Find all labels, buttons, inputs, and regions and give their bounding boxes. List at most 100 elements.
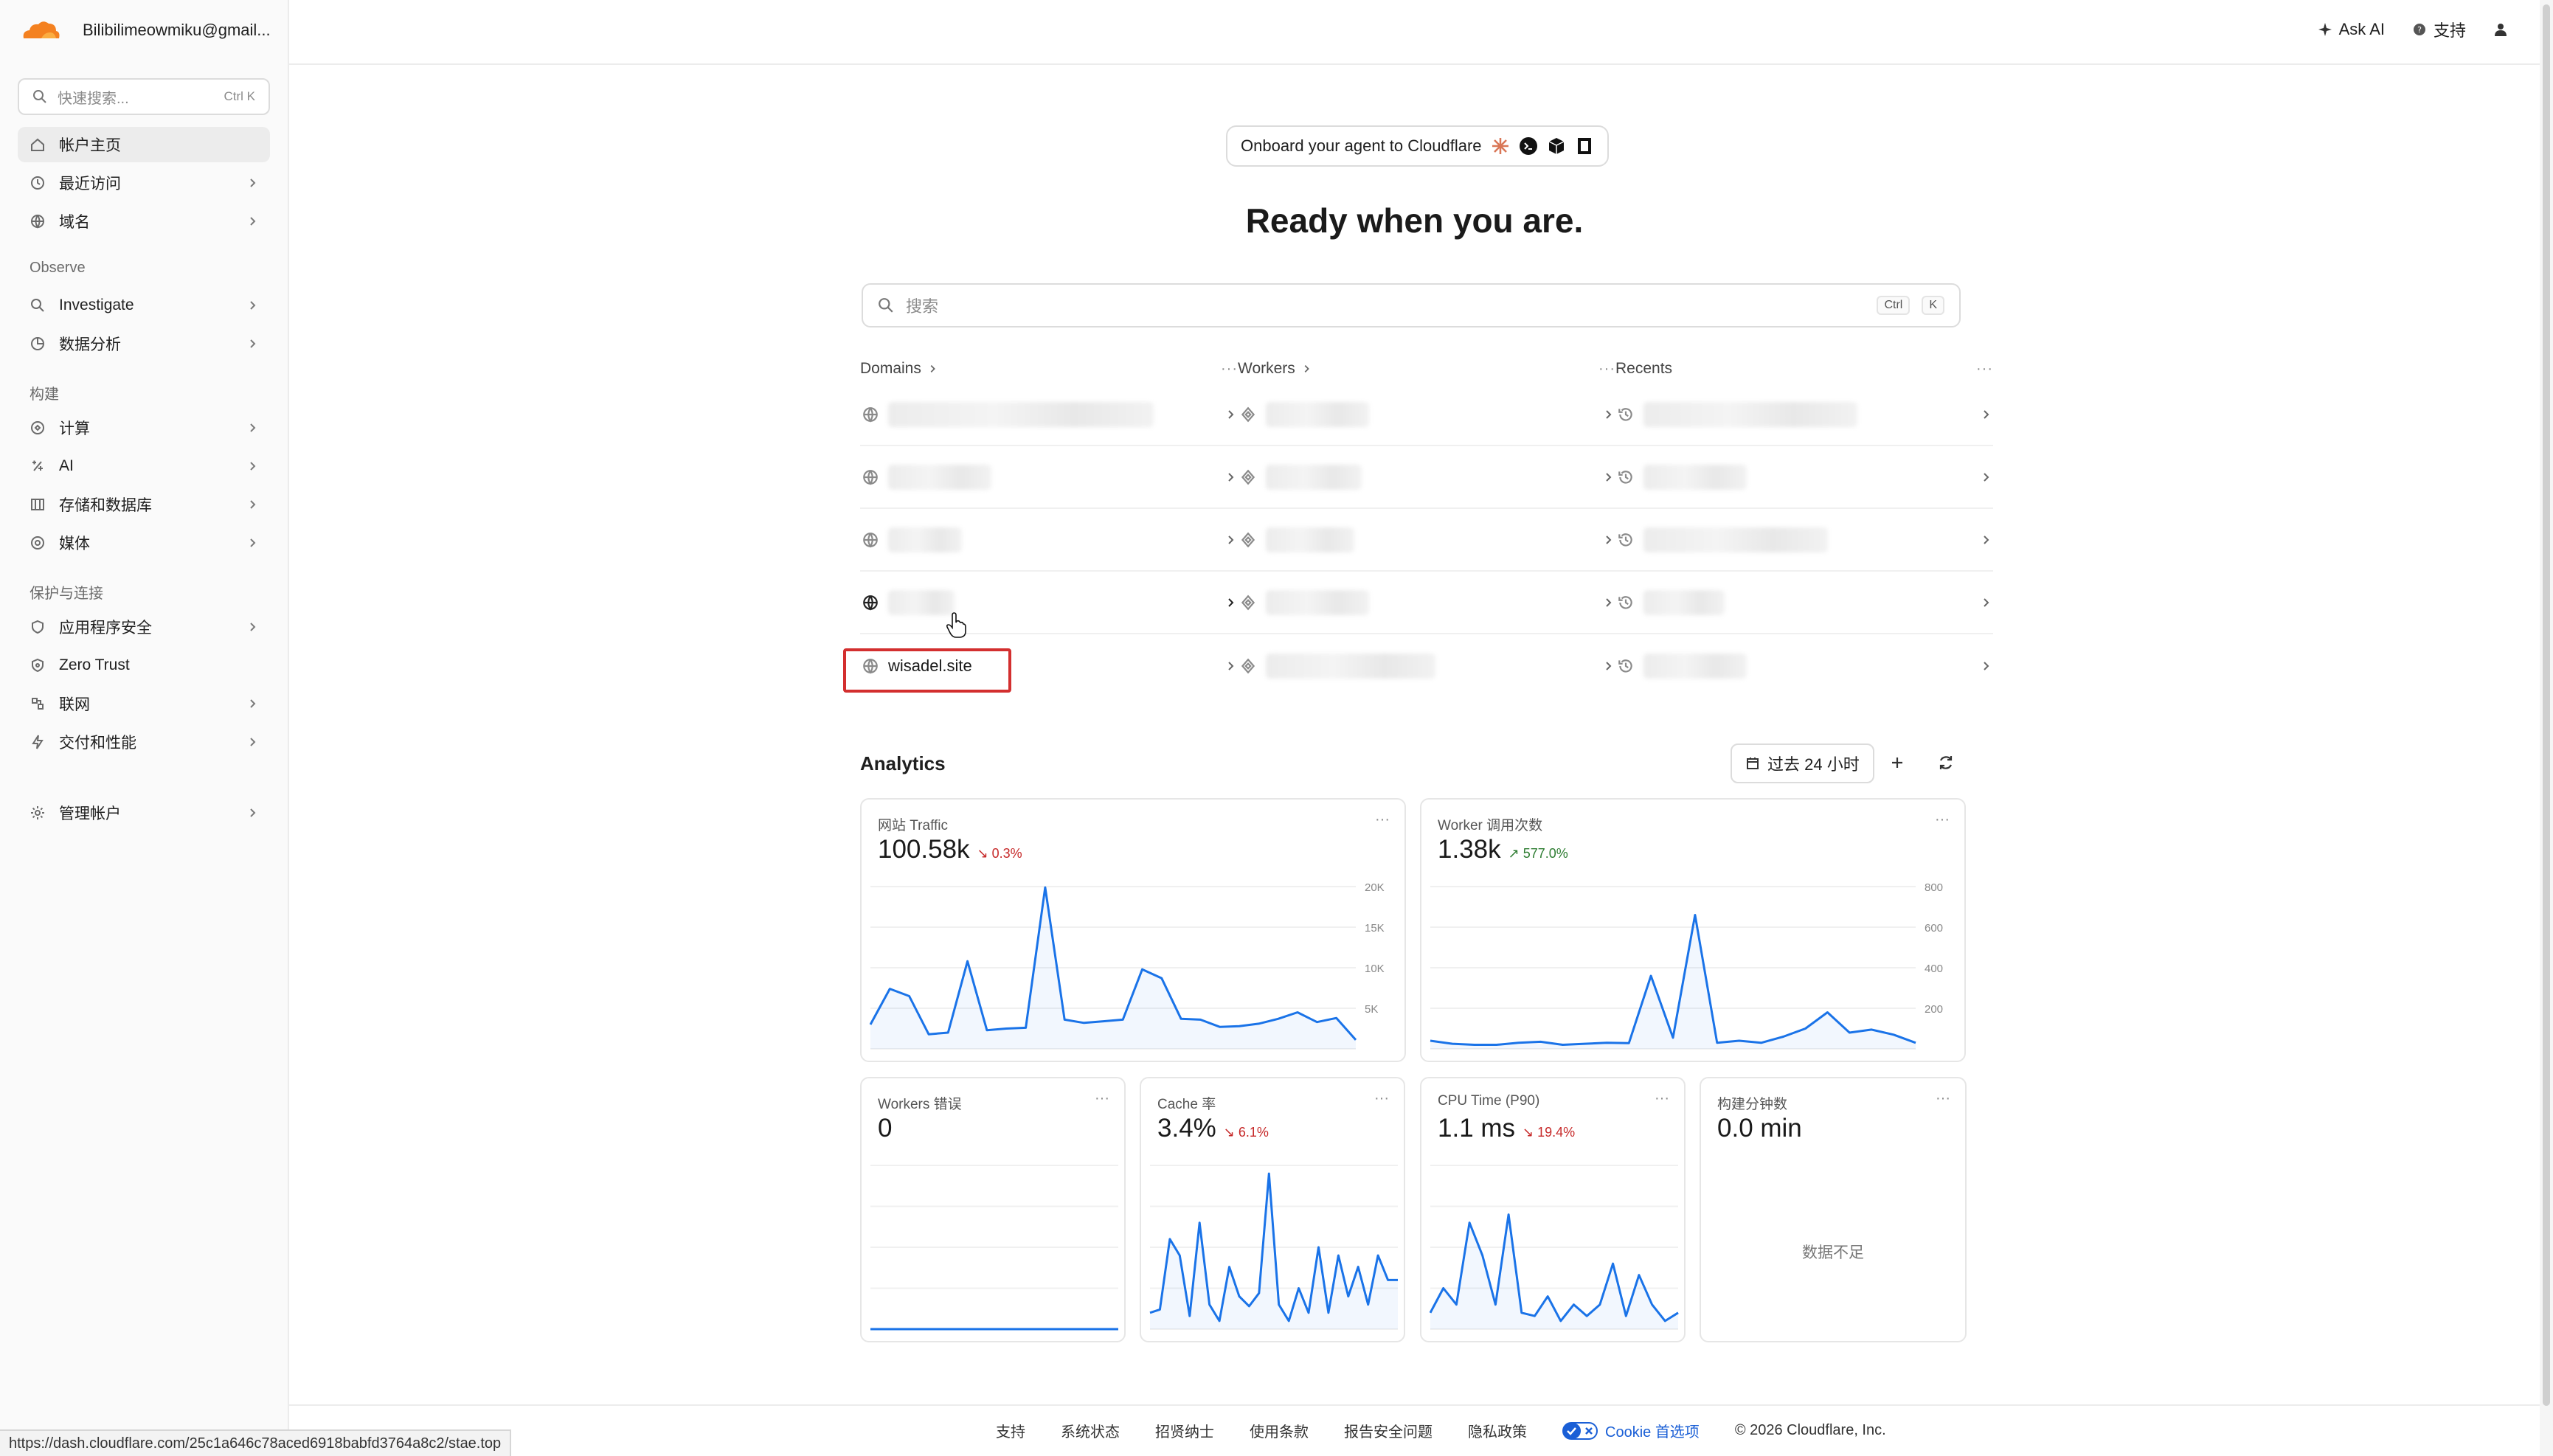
chevron-right-icon bbox=[1984, 472, 1989, 482]
chevron-right-icon bbox=[1228, 409, 1234, 419]
user-icon bbox=[2495, 24, 2507, 36]
worker-calls-line-chart: 800 600 400 200 bbox=[1430, 881, 1943, 1050]
series-line bbox=[1430, 914, 1916, 1046]
agent-logo-icon bbox=[1577, 138, 1591, 154]
globe-icon bbox=[863, 469, 878, 485]
support-label: 支持 bbox=[2433, 21, 2466, 40]
worker-errors-card[interactable]: Workers 错误 ··· 0 bbox=[860, 1077, 1126, 1342]
footer-link-careers[interactable]: 招贤纳士 bbox=[1155, 1420, 1214, 1441]
workers-column: Workers ··· bbox=[1238, 354, 1615, 697]
chevron-right-icon bbox=[930, 365, 935, 372]
sidebar-item-media[interactable]: 媒体 bbox=[18, 525, 270, 561]
traffic-card[interactable]: 网站 Traffic ··· 100.58k ↘ 0.3% 20K 15K 10K 5K bbox=[860, 798, 1406, 1062]
sidebar-item-label: Investigate bbox=[59, 297, 134, 313]
time-range-select[interactable]: 过去 24 小时 bbox=[1731, 743, 1874, 783]
y-tick-label: 400 bbox=[1925, 963, 1943, 975]
sidebar-item-compute[interactable]: 计算 bbox=[18, 410, 270, 446]
scrollbar-thumb[interactable] bbox=[2543, 4, 2550, 1406]
card-more-button[interactable]: ··· bbox=[1375, 811, 1390, 828]
cookie-preferences-link[interactable]: Cookie 首选项 bbox=[1562, 1420, 1700, 1441]
cache-rate-card[interactable]: Cache 率 ··· 3.4% ↘ 6.1% bbox=[1140, 1077, 1405, 1342]
compute-icon bbox=[31, 421, 44, 434]
footer-link-status[interactable]: 系统状态 bbox=[1061, 1420, 1120, 1441]
card-more-button[interactable]: ··· bbox=[1095, 1090, 1109, 1107]
refresh-button[interactable] bbox=[1931, 748, 1961, 777]
build-minutes-card[interactable]: 构建分钟数 ··· 0.0 min 数据不足 bbox=[1700, 1077, 1967, 1342]
recents-more-button[interactable]: ··· bbox=[1976, 361, 1993, 378]
main-search-input[interactable]: 搜索 Ctrl K bbox=[862, 283, 1961, 327]
footer-link-report-security[interactable]: 报告安全问题 bbox=[1344, 1420, 1433, 1441]
footer-link-privacy[interactable]: 隐私政策 bbox=[1468, 1420, 1527, 1441]
account-name: Bilibilimeowmiku@gmail... bbox=[83, 21, 271, 39]
traffic-line-chart: 20K 15K 10K 5K bbox=[869, 881, 1385, 1050]
redacted-text bbox=[888, 401, 1154, 427]
page-headline: Ready when you are. bbox=[1245, 201, 1584, 240]
cookie-label: Cookie 首选项 bbox=[1605, 1424, 1700, 1441]
ask-ai-button[interactable]: Ask AI bbox=[2317, 20, 2385, 39]
domains-title-link[interactable]: Domains bbox=[860, 360, 938, 378]
user-menu-button[interactable] bbox=[2493, 21, 2509, 38]
list-item[interactable] bbox=[1615, 509, 1993, 572]
history-icon bbox=[1618, 659, 1632, 673]
sidebar: Bilibilimeowmiku@gmail... 快速搜索... Ctrl K… bbox=[0, 0, 289, 1456]
list-item[interactable] bbox=[860, 572, 1238, 634]
worker-icon bbox=[1241, 532, 1255, 547]
redacted-text bbox=[1266, 527, 1354, 552]
footer-link-terms[interactable]: 使用条款 bbox=[1250, 1420, 1309, 1441]
list-item[interactable] bbox=[860, 509, 1238, 572]
card-more-button[interactable]: ··· bbox=[1374, 1090, 1389, 1107]
page-scrollbar[interactable] bbox=[2540, 0, 2553, 1456]
list-item[interactable] bbox=[860, 446, 1238, 509]
chevron-right-icon bbox=[1304, 365, 1309, 372]
chevron-right-icon bbox=[250, 339, 256, 348]
redacted-text bbox=[1266, 653, 1435, 679]
sidebar-item-storage[interactable]: 存储和数据库 bbox=[18, 487, 270, 522]
domains-more-button[interactable]: ··· bbox=[1221, 361, 1238, 378]
support-button[interactable]: ? 支持 bbox=[2411, 18, 2466, 41]
main-search-placeholder: 搜索 bbox=[906, 297, 939, 316]
sidebar-item-investigate[interactable]: Investigate bbox=[18, 288, 270, 323]
domains-title: Domains bbox=[860, 360, 921, 377]
list-item[interactable] bbox=[1615, 384, 1993, 446]
sidebar-item-domains[interactable]: 域名 bbox=[18, 204, 270, 239]
worker-icon bbox=[1241, 469, 1255, 485]
sidebar-item-analytics[interactable]: 数据分析 bbox=[18, 326, 270, 361]
onboard-agent-banner[interactable]: Onboard your agent to Cloudflare bbox=[1226, 125, 1609, 167]
sidebar-item-account-home[interactable]: 帐户主页 bbox=[18, 127, 270, 162]
workers-more-button[interactable]: ··· bbox=[1598, 361, 1615, 378]
account-switcher[interactable]: Bilibilimeowmiku@gmail... bbox=[19, 18, 271, 43]
list-item[interactable] bbox=[1238, 572, 1615, 634]
list-item[interactable] bbox=[1238, 446, 1615, 509]
cloudflare-logo-icon bbox=[23, 21, 60, 38]
list-item[interactable] bbox=[1615, 446, 1993, 509]
workers-title-link[interactable]: Workers bbox=[1238, 360, 1312, 378]
list-item[interactable] bbox=[1238, 634, 1615, 697]
sidebar-item-app-security[interactable]: 应用程序安全 bbox=[18, 609, 270, 645]
card-more-button[interactable]: ··· bbox=[1935, 811, 1950, 828]
cpu-time-card[interactable]: CPU Time (P90) ··· 1.1 ms ↘ 19.4% bbox=[1420, 1077, 1686, 1342]
list-item[interactable] bbox=[1238, 509, 1615, 572]
list-item[interactable] bbox=[1615, 634, 1993, 697]
add-widget-button[interactable] bbox=[1882, 748, 1912, 777]
list-item[interactable] bbox=[860, 384, 1238, 446]
section-observe: Observe bbox=[30, 260, 86, 276]
list-item[interactable]: wisadel.site bbox=[860, 634, 1238, 697]
card-change: ↘ 6.1% bbox=[1223, 1125, 1269, 1140]
list-item[interactable] bbox=[1615, 572, 1993, 634]
list-item[interactable] bbox=[1238, 384, 1615, 446]
history-icon bbox=[1618, 595, 1632, 609]
domains-column: Domains ··· wisadel.site bbox=[860, 354, 1238, 697]
sidebar-item-ai[interactable]: AI bbox=[18, 448, 270, 484]
sidebar-item-network[interactable]: 联网 bbox=[18, 686, 270, 721]
sidebar-item-zero-trust[interactable]: Zero Trust bbox=[18, 648, 270, 683]
quick-search-input[interactable]: 快速搜索... Ctrl K bbox=[18, 78, 270, 115]
sidebar-item-recent[interactable]: 最近访问 bbox=[18, 165, 270, 201]
sidebar-item-manage-account[interactable]: 管理帐户 bbox=[18, 795, 270, 831]
card-more-button[interactable]: ··· bbox=[1655, 1090, 1669, 1107]
card-more-button[interactable]: ··· bbox=[1936, 1090, 1950, 1107]
card-title: 网站 Traffic bbox=[878, 818, 949, 833]
footer-link-support[interactable]: 支持 bbox=[996, 1420, 1025, 1441]
sidebar-item-delivery[interactable]: 交付和性能 bbox=[18, 724, 270, 760]
globe-icon bbox=[863, 658, 878, 674]
worker-calls-card[interactable]: Worker 调用次数 ··· 1.38k ↗ 577.0% 800 600 400 2… bbox=[1420, 798, 1966, 1062]
